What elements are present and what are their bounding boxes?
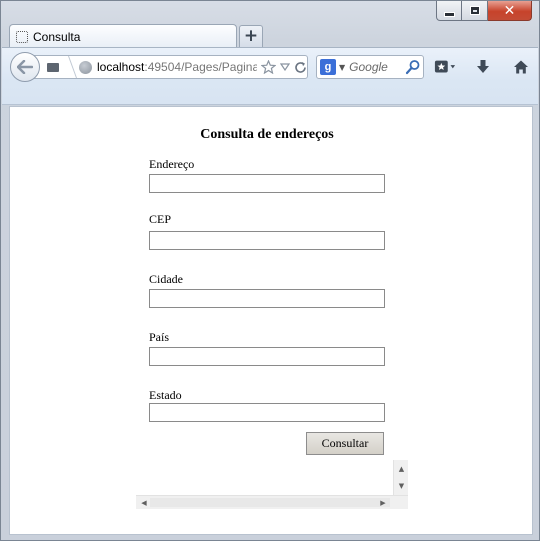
- browser-window: ✕ Consulta + localhost:49504/Pages/Pagin…: [0, 0, 540, 541]
- google-engine-icon[interactable]: g: [320, 59, 336, 75]
- globe-icon: [79, 60, 92, 74]
- window-caption-buttons: ✕: [436, 1, 532, 21]
- page-icon: [16, 30, 28, 43]
- scroll-down-arrow-icon[interactable]: ▼: [394, 479, 409, 493]
- navigation-toolbar: localhost:49504/Pages/PaginaPrin g ▼ Goo…: [2, 47, 538, 105]
- page-content: Consulta de endereços Endereço CEP Cidad…: [9, 106, 533, 535]
- pais-label: País: [149, 330, 170, 344]
- estado-input[interactable]: [149, 403, 385, 422]
- endereco-label: Endereço: [149, 157, 195, 171]
- reload-icon[interactable]: [294, 61, 307, 74]
- search-input[interactable]: Google: [349, 60, 405, 74]
- pais-input[interactable]: [149, 347, 385, 366]
- maximize-button[interactable]: [462, 1, 488, 21]
- page-title: Consulta de endereços: [200, 127, 334, 142]
- cidade-input[interactable]: [149, 289, 385, 308]
- back-button[interactable]: [10, 52, 40, 82]
- vertical-scrollbar[interactable]: ▲ ▼: [393, 460, 408, 495]
- cidade-label: Cidade: [149, 272, 183, 286]
- bookmarks-icon: [434, 60, 456, 73]
- address-bar[interactable]: localhost:49504/Pages/PaginaPrin: [32, 55, 308, 79]
- minimize-icon: [443, 11, 455, 17]
- home-button[interactable]: [510, 57, 532, 77]
- downloads-button[interactable]: [472, 57, 494, 77]
- consultar-button[interactable]: Consultar: [306, 432, 384, 455]
- identity-icon: [47, 62, 59, 72]
- engine-dropdown-icon[interactable]: ▼: [339, 63, 345, 72]
- url-text[interactable]: localhost:49504/Pages/PaginaPrin: [97, 60, 257, 74]
- new-tab-button[interactable]: +: [239, 25, 263, 47]
- tab-consulta[interactable]: Consulta: [9, 24, 237, 48]
- search-icon[interactable]: [405, 59, 421, 75]
- bookmarks-menu-button[interactable]: [434, 57, 456, 77]
- cep-label: CEP: [149, 212, 172, 226]
- horizontal-scroll-thumb[interactable]: [150, 498, 390, 507]
- urlbar-icons: [261, 60, 307, 74]
- bookmark-star-icon[interactable]: [261, 60, 276, 74]
- scroll-right-arrow-icon[interactable]: ▶: [376, 496, 390, 509]
- toolbar-buttons: [434, 57, 532, 77]
- search-bar[interactable]: g ▼ Google: [316, 55, 424, 79]
- horizontal-scrollbar[interactable]: ◀ ▶: [136, 495, 408, 509]
- close-button[interactable]: ✕: [488, 1, 532, 21]
- close-icon: ✕: [503, 2, 516, 19]
- tab-label: Consulta: [33, 29, 81, 44]
- estado-label: Estado: [149, 388, 182, 402]
- minimize-button[interactable]: [436, 1, 462, 21]
- url-host: localhost: [97, 60, 145, 74]
- home-icon: [514, 60, 528, 74]
- back-arrow-icon: [17, 60, 33, 74]
- history-dropdown-icon[interactable]: [280, 63, 290, 71]
- url-path: :49504/Pages/PaginaPrin: [144, 60, 257, 74]
- cep-input[interactable]: [149, 231, 385, 250]
- download-icon: [477, 60, 489, 73]
- maximize-icon: [469, 6, 480, 15]
- endereco-input[interactable]: [149, 174, 385, 193]
- scroll-left-arrow-icon[interactable]: ◀: [137, 496, 151, 509]
- scroll-up-arrow-icon[interactable]: ▲: [394, 462, 409, 476]
